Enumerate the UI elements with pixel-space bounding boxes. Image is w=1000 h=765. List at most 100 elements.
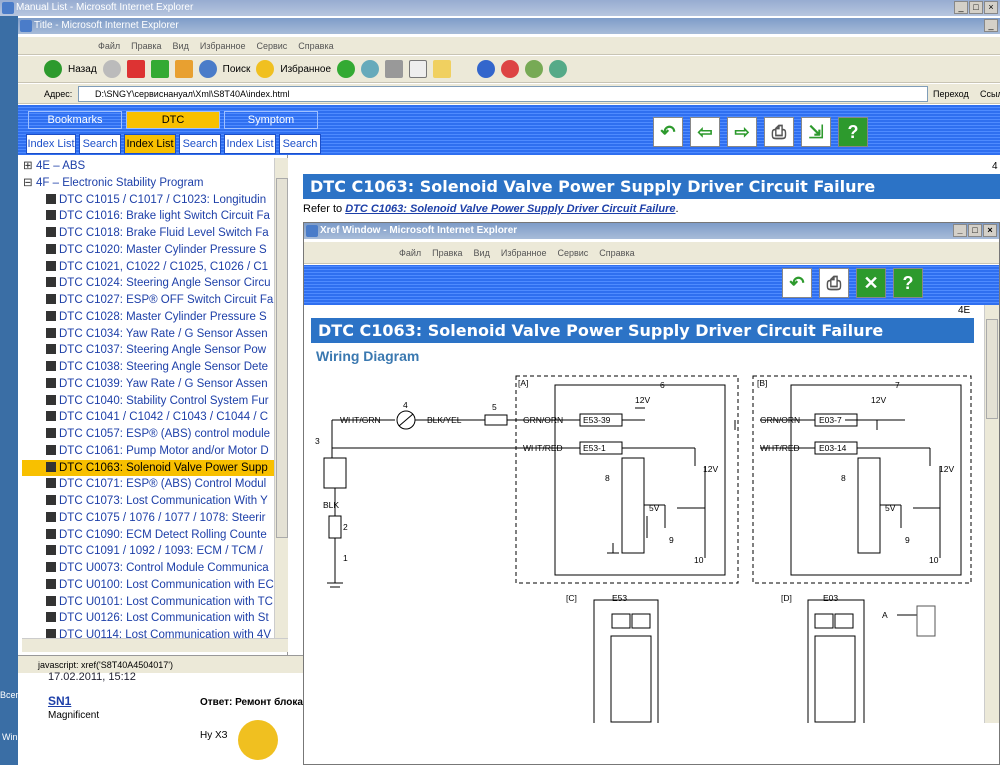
- minimize-icon[interactable]: _: [954, 1, 968, 14]
- links-label[interactable]: Ссыл: [980, 84, 1000, 104]
- collapse-icon[interactable]: ⊟: [23, 175, 33, 192]
- close-icon[interactable]: ✕: [856, 268, 886, 298]
- address-input[interactable]: D:\SNGY\сервиснануал\Xml\S8T40A\index.ht…: [78, 86, 928, 102]
- index-list-button-3[interactable]: Index List: [224, 134, 276, 154]
- search-button-1[interactable]: Search: [79, 134, 121, 154]
- refresh-icon[interactable]: [150, 60, 169, 78]
- print-icon[interactable]: ⎙: [764, 117, 794, 147]
- tab-bookmarks[interactable]: Bookmarks: [28, 111, 122, 129]
- tree-group-abs[interactable]: ⊞ 4E – ABS: [22, 158, 274, 175]
- messenger-icon[interactable]: [477, 60, 496, 78]
- menu-file[interactable]: Файл: [98, 41, 120, 51]
- menu-edit[interactable]: Правка: [432, 248, 462, 258]
- media-icon[interactable]: [525, 60, 544, 78]
- menu-favorites[interactable]: Избранное: [200, 41, 246, 51]
- maximize-icon[interactable]: □: [969, 1, 983, 14]
- tree-item[interactable]: DTC C1071: ESP® (ABS) Control Modul: [22, 476, 274, 493]
- menu-help[interactable]: Справка: [599, 248, 634, 258]
- print-icon[interactable]: ⎙: [819, 268, 849, 298]
- tree-item[interactable]: DTC C1090: ECM Detect Rolling Counte: [22, 527, 274, 544]
- menu-view[interactable]: Вид: [474, 248, 490, 258]
- index-list-button-1[interactable]: Index List: [26, 134, 76, 154]
- maximize-icon[interactable]: □: [968, 224, 982, 237]
- stop-icon[interactable]: [126, 60, 145, 78]
- tree-item[interactable]: DTC C1040: Stability Control System Fur: [22, 393, 274, 410]
- print-icon[interactable]: [385, 60, 404, 78]
- tree-item[interactable]: DTC C1063: Solenoid Valve Power Supp: [22, 459, 274, 477]
- tree-item[interactable]: DTC C1016: Brake light Switch Circuit Fa: [22, 208, 274, 225]
- return-icon[interactable]: ↶: [782, 268, 812, 298]
- favorites-icon[interactable]: [256, 60, 275, 78]
- expand-icon[interactable]: ⊞: [23, 158, 33, 175]
- menu-favorites[interactable]: Избранное: [501, 248, 547, 258]
- forward-icon[interactable]: [102, 60, 121, 78]
- close-icon[interactable]: ×: [984, 1, 998, 14]
- export-icon[interactable]: ⇲: [801, 117, 831, 147]
- tree-item[interactable]: DTC C1039: Yaw Rate / G Sensor Assen: [22, 376, 274, 393]
- menu-edit[interactable]: Правка: [131, 41, 161, 51]
- tree-scrollbar[interactable]: [274, 158, 288, 638]
- menu-tools[interactable]: Сервис: [256, 41, 287, 51]
- forum-user[interactable]: SN1: [48, 694, 71, 708]
- minimize-icon[interactable]: _: [953, 224, 967, 237]
- go-button[interactable]: Переход: [933, 84, 969, 104]
- history-icon[interactable]: [337, 60, 356, 78]
- xref-scrollbar[interactable]: [984, 305, 999, 723]
- menu-view[interactable]: Вид: [173, 41, 189, 51]
- tab-dtc[interactable]: DTC: [126, 111, 220, 129]
- search-label[interactable]: Поиск: [223, 64, 251, 75]
- return-icon[interactable]: ↶: [653, 117, 683, 147]
- back-icon[interactable]: [44, 60, 62, 78]
- tree-item[interactable]: DTC U0073: Control Module Communica: [22, 560, 274, 577]
- search-icon[interactable]: [198, 60, 217, 78]
- mail-icon[interactable]: [361, 60, 380, 78]
- tree-item[interactable]: DTC C1028: Master Cylinder Pressure S: [22, 309, 274, 326]
- tree-item[interactable]: DTC C1024: Steering Angle Sensor Circu: [22, 275, 274, 292]
- index-list-button-2[interactable]: Index List: [124, 134, 176, 154]
- refer-line: Refer to DTC C1063: Solenoid Valve Power…: [303, 203, 679, 215]
- tree-group-esp[interactable]: ⊟ 4F – Electronic Stability Program: [22, 175, 274, 192]
- tree-item[interactable]: DTC C1073: Lost Communication With Y: [22, 493, 274, 510]
- content-heading: DTC C1063: Solenoid Valve Power Supply D…: [303, 174, 1000, 199]
- tree-hscrollbar[interactable]: [22, 638, 288, 652]
- refer-link[interactable]: DTC C1063: Solenoid Valve Power Supply D…: [345, 203, 675, 215]
- search-button-2[interactable]: Search: [179, 134, 221, 154]
- tree-item[interactable]: DTC C1018: Brake Fluid Level Switch Fa: [22, 225, 274, 242]
- edit-icon[interactable]: [409, 60, 428, 78]
- help-icon[interactable]: ?: [893, 268, 923, 298]
- tree-item[interactable]: DTC U0101: Lost Communication with TC: [22, 594, 274, 611]
- prev-page-icon[interactable]: ⇦: [690, 117, 720, 147]
- tree-item[interactable]: DTC C1038: Steering Angle Sensor Dete: [22, 359, 274, 376]
- tree-item[interactable]: DTC C1057: ESP® (ABS) control module: [22, 426, 274, 443]
- minimize-icon[interactable]: _: [984, 19, 998, 32]
- users-icon[interactable]: [549, 60, 568, 78]
- menu-tools[interactable]: Сервис: [557, 248, 588, 258]
- menu-file[interactable]: Файл: [399, 248, 421, 258]
- menu-help[interactable]: Справка: [298, 41, 333, 51]
- next-page-icon[interactable]: ⇨: [727, 117, 757, 147]
- tree-item[interactable]: DTC C1021, C1022 / C1025, C1026 / C1: [22, 259, 274, 276]
- tree-item[interactable]: DTC C1020: Master Cylinder Pressure S: [22, 242, 274, 259]
- tree-item[interactable]: DTC C1041 / C1042 / C1043 / C1044 / C: [22, 409, 274, 426]
- tab-symptom[interactable]: Symptom: [224, 111, 318, 129]
- mail-2-icon[interactable]: [501, 60, 520, 78]
- tree-item[interactable]: DTC U0100: Lost Communication with EC: [22, 577, 274, 594]
- back-label[interactable]: Назад: [68, 64, 97, 75]
- tree-item[interactable]: DTC C1015 / C1017 / C1023: Longitudin: [22, 192, 274, 209]
- forum-reply[interactable]: Ответ: Ремонт блока: [200, 697, 303, 708]
- wiring-diagram: [A] [B] [C] [D] E53 E03 WHT/GRN BLK/YEL …: [315, 375, 972, 723]
- tree-item[interactable]: DTC U0114: Lost Communication with 4V: [22, 627, 274, 638]
- help-icon[interactable]: ?: [838, 117, 868, 147]
- folder-icon[interactable]: [433, 60, 452, 78]
- close-icon[interactable]: ×: [983, 224, 997, 237]
- tree-item[interactable]: DTC C1075 / 1076 / 1077 / 1078: Steerir: [22, 510, 274, 527]
- tree-item[interactable]: DTC C1061: Pump Motor and/or Motor D: [22, 443, 274, 460]
- tree-item[interactable]: DTC C1037: Steering Angle Sensor Pow: [22, 342, 274, 359]
- search-button-3[interactable]: Search: [279, 134, 321, 154]
- home-icon[interactable]: [174, 60, 193, 78]
- tree-item[interactable]: DTC U0126: Lost Communication with St: [22, 610, 274, 627]
- tree-item[interactable]: DTC C1034: Yaw Rate / G Sensor Assen: [22, 326, 274, 343]
- tree-item[interactable]: DTC C1027: ESP® OFF Switch Circuit Fa: [22, 292, 274, 309]
- tree-item[interactable]: DTC C1091 / 1092 / 1093: ECM / TCM /: [22, 543, 274, 560]
- favorites-label[interactable]: Избранное: [280, 64, 331, 75]
